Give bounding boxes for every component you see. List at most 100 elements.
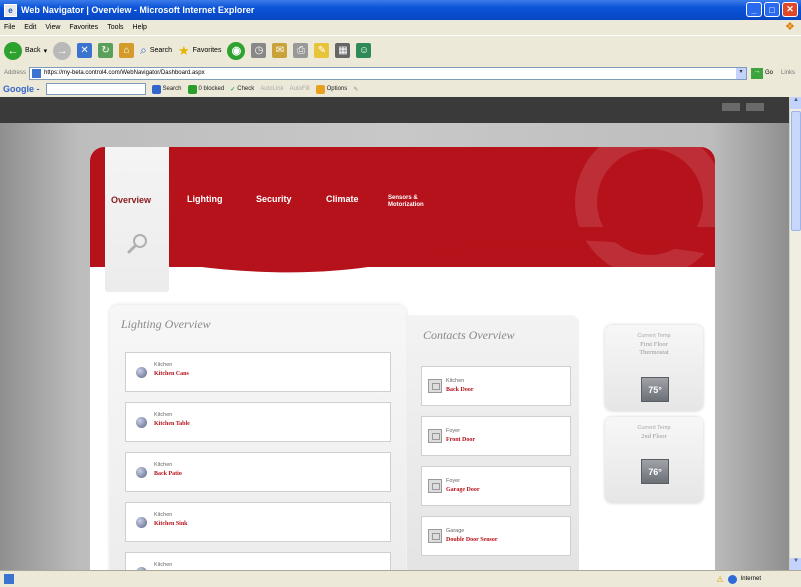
tab-security[interactable]: Security: [256, 194, 292, 204]
thermostat-name-line2: Thermostat: [639, 349, 669, 356]
abc-check-icon: ✓: [230, 86, 236, 93]
links-button[interactable]: Links: [781, 70, 795, 76]
windows-logo-icon: ❖: [785, 21, 795, 33]
options-icon: [315, 84, 325, 94]
google-search-button[interactable]: Search: [151, 84, 182, 94]
tab-overview[interactable]: Overview: [105, 147, 169, 292]
scroll-thumb[interactable]: [791, 111, 801, 231]
menu-help[interactable]: Help: [133, 24, 147, 31]
print-icon[interactable]: ⎙: [293, 43, 309, 58]
tab-sensors-label-2: Motorization: [388, 202, 424, 208]
google-search-input[interactable]: [45, 83, 146, 95]
search-icon: ⌕: [140, 43, 147, 57]
discuss-icon[interactable]: ▦: [335, 43, 351, 58]
menu-edit[interactable]: Edit: [24, 24, 36, 31]
contact-item[interactable]: Garage Double Door Sensor: [421, 516, 571, 556]
back-button[interactable]: ← Back ▾: [4, 41, 48, 60]
go-button[interactable]: → Go: [751, 67, 774, 79]
item-room: Kitchen: [154, 362, 173, 368]
lighting-item[interactable]: Kitchen Kitchen Table: [125, 402, 391, 442]
messenger-icon[interactable]: ☺: [356, 43, 372, 58]
refresh-icon[interactable]: ↻: [98, 43, 114, 58]
thermostat-card[interactable]: Current Temp 2nd Floor 76°: [605, 417, 703, 503]
maximize-button[interactable]: □: [764, 2, 780, 17]
favorites-label: Favorites: [192, 47, 222, 54]
tab-lighting[interactable]: Lighting: [187, 194, 223, 204]
lighting-overview: Lighting Overview Kitchen Kitchen Cans K…: [110, 305, 406, 577]
thermostat-label: Current Temp: [637, 425, 671, 431]
history-icon[interactable]: ◷: [251, 43, 267, 58]
spell-check-button[interactable]: ✓ Check: [230, 86, 254, 93]
security-zone: ⚠ Internet: [716, 574, 761, 584]
page-status-icon: [4, 574, 14, 584]
autofill-button[interactable]: AutoFill: [290, 86, 310, 92]
header-wave: [90, 227, 715, 273]
topbar-control[interactable]: [722, 103, 740, 111]
contacts-overview-title: Contacts Overview: [423, 328, 515, 342]
item-room: Kitchen: [446, 378, 465, 384]
item-name: Double Door Sensor: [446, 537, 498, 543]
star-icon: ★: [178, 42, 190, 58]
item-name: Back Door: [446, 387, 474, 393]
chevron-down-icon[interactable]: ▾: [44, 47, 48, 55]
scroll-down-icon[interactable]: ▼: [790, 558, 801, 570]
address-input[interactable]: https://my-beta.control4.com/WebNavigato…: [29, 66, 748, 80]
pencil-icon[interactable]: ✎: [353, 86, 358, 93]
vertical-scrollbar[interactable]: ▲ ▼: [789, 97, 801, 570]
door-icon: [428, 379, 442, 393]
menu-file[interactable]: File: [4, 24, 15, 31]
tab-sensors-label-1: Sensors &: [388, 195, 418, 201]
window-title: Web Navigator | Overview - Microsoft Int…: [21, 5, 255, 15]
thermostat-card[interactable]: Current Temp First Floor Thermostat 75°: [605, 325, 703, 411]
thermostat-name: First Floor Thermostat: [605, 341, 703, 357]
favorites-button[interactable]: ★ Favorites: [178, 43, 221, 59]
contacts-overview: Contacts Overview Kitchen Back Door Foye…: [407, 315, 579, 577]
options-label: Options: [326, 86, 348, 92]
menu-tools[interactable]: Tools: [107, 24, 123, 31]
contact-item[interactable]: Foyer Garage Door: [421, 466, 571, 506]
mail-icon[interactable]: ✉: [272, 43, 288, 58]
address-bar: Address https://my-beta.control4.com/Web…: [0, 65, 801, 81]
search-button[interactable]: ⌕ Search: [140, 43, 172, 58]
lighting-item[interactable]: Kitchen Back Patio: [125, 452, 391, 492]
standard-toolbar: ← Back ▾ → ✕ ↻ ⌂ ⌕ Search ★ Favorites ◉ …: [0, 35, 801, 65]
tab-climate[interactable]: Climate: [326, 194, 359, 204]
stop-icon[interactable]: ✕: [77, 43, 93, 58]
menu-bar: File Edit View Favorites Tools Help ❖: [0, 20, 801, 35]
edit-icon[interactable]: ✎: [314, 43, 330, 58]
topbar-control[interactable]: [746, 103, 764, 111]
minimize-button[interactable]: _: [746, 2, 762, 17]
tab-sensors-motorization[interactable]: Sensors & Motorization: [388, 195, 424, 209]
item-room: Garage: [446, 528, 465, 534]
popup-blocker[interactable]: 0 blocked: [187, 84, 224, 94]
options-button[interactable]: Options: [315, 84, 348, 94]
page-topbar: [0, 97, 789, 123]
home-icon[interactable]: ⌂: [119, 43, 135, 58]
autolink-label: AutoLink: [260, 86, 284, 92]
window-titlebar: e Web Navigator | Overview - Microsoft I…: [0, 0, 801, 20]
google-logo[interactable]: Google -: [3, 84, 40, 94]
contact-item[interactable]: Foyer Front Door: [421, 416, 571, 456]
autolink-button[interactable]: AutoLink: [260, 86, 283, 92]
chevron-down-icon[interactable]: ▾: [736, 67, 747, 79]
lighting-item[interactable]: Kitchen Kitchen Cans: [125, 352, 391, 392]
item-name: Kitchen Cans: [154, 371, 189, 377]
tab-overview-label: Overview: [111, 195, 152, 205]
item-name: Kitchen Sink: [154, 521, 188, 527]
dashboard-panel: Overview Lighting Security Climate Senso…: [90, 147, 715, 577]
google-toolbar: Google - Search 0 blocked ✓ Check AutoLi…: [0, 81, 801, 97]
globe-icon: [727, 574, 737, 584]
close-button[interactable]: ✕: [782, 2, 798, 17]
popup-blocker-icon: [187, 84, 197, 94]
check-label: Check: [237, 86, 255, 92]
scroll-up-icon[interactable]: ▲: [790, 97, 801, 109]
media-icon[interactable]: ◉: [227, 41, 246, 60]
go-label: Go: [765, 70, 774, 76]
forward-button[interactable]: →: [53, 41, 72, 60]
lighting-item[interactable]: Kitchen Kitchen Sink: [125, 502, 391, 542]
autofill-label: AutoFill: [289, 86, 310, 92]
go-arrow-icon: →: [751, 67, 764, 79]
menu-favorites[interactable]: Favorites: [69, 24, 98, 31]
menu-view[interactable]: View: [45, 24, 60, 31]
contact-item[interactable]: Kitchen Back Door: [421, 366, 571, 406]
